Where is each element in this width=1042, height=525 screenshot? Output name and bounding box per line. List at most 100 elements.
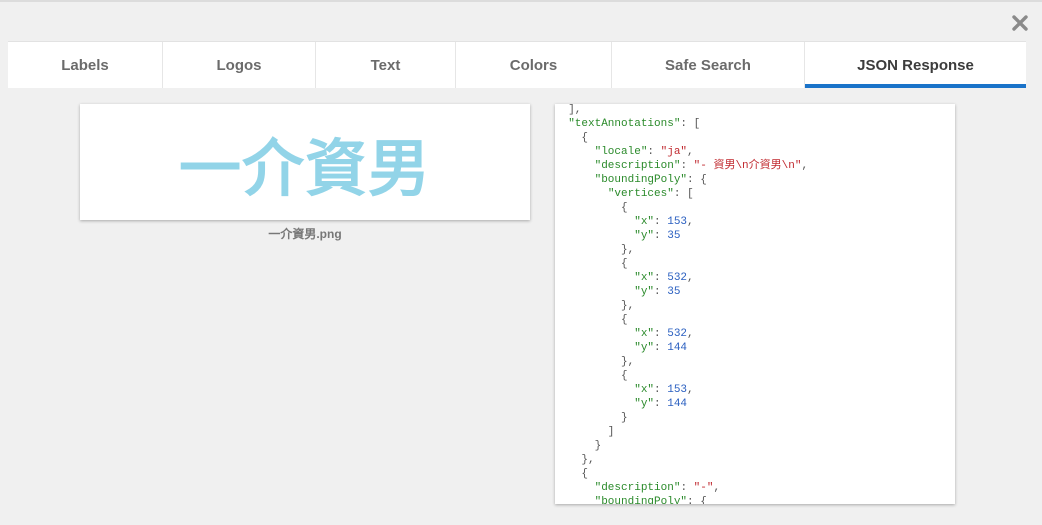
json-token: : { — [687, 496, 707, 504]
json-token: }, — [555, 356, 635, 368]
json-token: "y" — [634, 286, 655, 298]
json-line: } — [555, 439, 955, 453]
tab-colors[interactable]: Colors — [456, 42, 612, 88]
json-token: , — [687, 146, 694, 158]
json-token: , — [687, 272, 694, 284]
json-code: ], "textAnnotations": [ { "locale": "ja"… — [555, 104, 955, 504]
json-line: "description": "- 資男\n介資男\n", — [555, 159, 955, 173]
json-token: "-" — [693, 482, 714, 494]
json-response-panel[interactable]: ], "textAnnotations": [ { "locale": "ja"… — [555, 104, 955, 504]
json-token: : [ — [680, 118, 701, 130]
json-token: 35 — [667, 230, 681, 242]
json-token: "description" — [594, 482, 681, 494]
json-token: "y" — [634, 398, 655, 410]
json-token: } — [555, 412, 628, 424]
tab-safe-search[interactable]: Safe Search — [612, 42, 805, 88]
json-line: { — [555, 369, 955, 383]
close-icon — [1012, 15, 1028, 31]
json-token: : — [654, 216, 668, 228]
json-line: "boundingPoly": { — [555, 173, 955, 187]
json-token: : — [654, 272, 668, 284]
json-token: : — [680, 482, 694, 494]
json-token: }, — [555, 300, 635, 312]
image-preview-text: 一介資男 — [178, 132, 431, 205]
json-token: } — [555, 440, 602, 452]
json-line: }, — [555, 453, 955, 467]
json-token: , — [801, 160, 809, 172]
json-token: : — [654, 342, 668, 354]
json-token: "textAnnotations" — [568, 118, 681, 130]
tab-json-response[interactable]: JSON Response — [805, 42, 1026, 88]
json-line: { — [555, 201, 955, 215]
json-line: "textAnnotations": [ — [555, 117, 955, 131]
json-line: "y": 144 — [555, 341, 955, 355]
close-button[interactable] — [1006, 9, 1034, 37]
json-line: "locale": "ja", — [555, 145, 955, 159]
json-line: ] — [555, 425, 955, 439]
json-line: { — [555, 313, 955, 327]
json-line: "y": 35 — [555, 285, 955, 299]
json-token: "locale" — [594, 146, 648, 158]
json-token: "description" — [594, 160, 681, 172]
tab-bar: Labels Logos Text Colors Safe Search JSO… — [8, 41, 1026, 88]
json-token: 153 — [667, 384, 688, 396]
json-line: "y": 35 — [555, 229, 955, 243]
json-token: "boundingPoly" — [594, 496, 688, 504]
json-line: { — [555, 467, 955, 481]
json-token: "y" — [634, 230, 655, 242]
image-filename: 一介資男.png — [268, 227, 342, 241]
json-token: : — [654, 398, 668, 410]
json-token: "x" — [634, 384, 655, 396]
json-token: "boundingPoly" — [594, 174, 688, 186]
json-line: "x": 153, — [555, 215, 955, 229]
json-line: ], — [555, 104, 955, 117]
json-token: : — [647, 146, 661, 158]
json-line: "y": 144 — [555, 397, 955, 411]
top-divider — [0, 0, 1042, 2]
json-token: "x" — [634, 272, 655, 284]
json-line: } — [555, 411, 955, 425]
json-token: ], — [555, 104, 582, 116]
json-token: : — [654, 230, 668, 242]
json-token: : { — [687, 174, 707, 186]
json-token: ] — [555, 426, 615, 438]
json-line: }, — [555, 355, 955, 369]
json-line: "vertices": [ — [555, 187, 955, 201]
json-token: 144 — [667, 342, 688, 354]
json-token: 532 — [667, 272, 688, 284]
json-token: "vertices" — [607, 188, 674, 200]
json-line: { — [555, 131, 955, 145]
json-token: , — [687, 384, 694, 396]
json-token: { — [555, 314, 628, 326]
json-token: { — [555, 258, 628, 270]
tab-text[interactable]: Text — [316, 42, 456, 88]
json-token: }, — [555, 454, 595, 466]
json-token: { — [555, 202, 628, 214]
json-token: "y" — [634, 342, 655, 354]
json-token: }, — [555, 244, 635, 256]
json-line: }, — [555, 243, 955, 257]
json-token: : [ — [673, 188, 694, 200]
tab-logos[interactable]: Logos — [163, 42, 316, 88]
image-preview: 一介資男 — [80, 104, 530, 220]
json-token: , — [713, 482, 721, 494]
tab-labels[interactable]: Labels — [8, 42, 163, 88]
json-token: "x" — [634, 216, 655, 228]
json-token: { — [555, 468, 589, 480]
json-token: , — [687, 216, 694, 228]
json-token: , — [687, 328, 694, 340]
json-token: 532 — [667, 328, 688, 340]
